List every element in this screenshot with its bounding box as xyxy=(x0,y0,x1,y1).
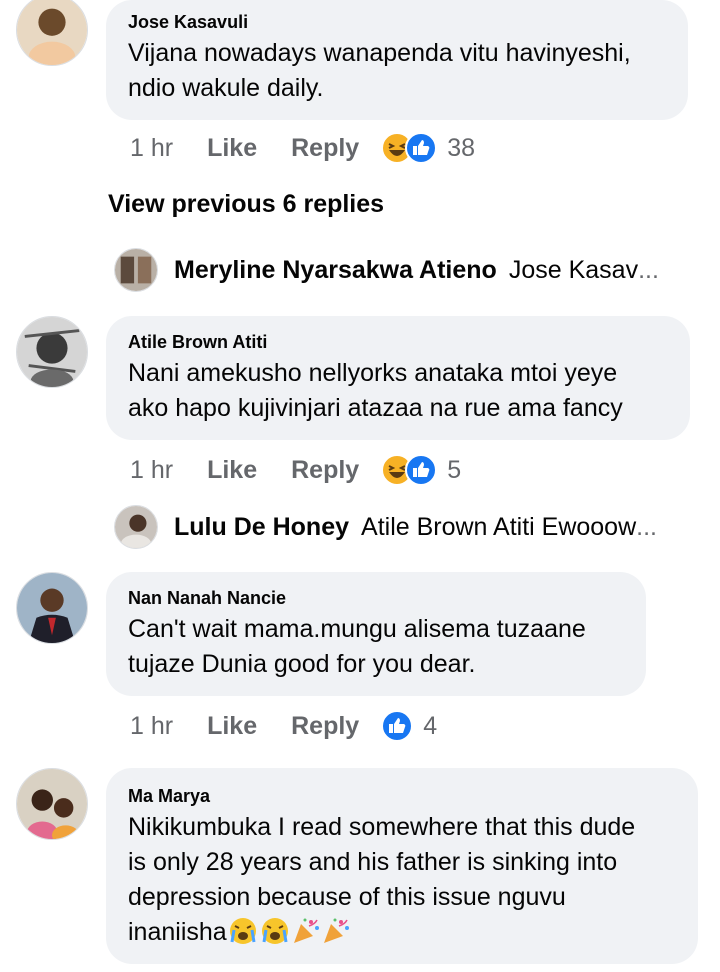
comment-author[interactable]: Ma Marya xyxy=(128,784,676,808)
reply-ellipsis: ... xyxy=(636,512,657,541)
party-popper-icon xyxy=(291,916,321,956)
like-button[interactable]: Like xyxy=(207,134,257,163)
comment-meta: 1 hr Like Reply 5 xyxy=(130,452,461,488)
reply-preview[interactable]: Lulu De Honey Atile Brown Atiti Ewooow..… xyxy=(114,505,657,549)
comment-line: tujaze Dunia good for you dear. xyxy=(128,650,476,678)
avatar-meryline[interactable] xyxy=(114,248,158,292)
comment-bubble: Atile Brown Atiti Nani amekusho nellyork… xyxy=(106,316,690,440)
reactions[interactable]: 4 xyxy=(381,710,437,742)
comment-author[interactable]: Nan Nanah Nancie xyxy=(128,586,624,610)
comment-meta: 1 hr Like Reply 38 xyxy=(130,130,475,166)
reply-button[interactable]: Reply xyxy=(291,134,359,163)
reply-text: Jose Kasav xyxy=(508,255,639,284)
like-icon xyxy=(405,454,438,486)
comment-bubble: Nan Nanah Nancie Can't wait mama.mungu a… xyxy=(106,572,646,696)
comment-time[interactable]: 1 hr xyxy=(130,134,173,163)
view-previous-replies[interactable]: View previous 6 replies xyxy=(108,190,384,219)
reply-text: Atile Brown Atiti Ewooow xyxy=(361,512,637,541)
avatar-lulu-de-honey[interactable] xyxy=(114,505,158,549)
reactions[interactable]: 38 xyxy=(381,132,475,164)
like-icon xyxy=(381,710,414,742)
crying-face-icon xyxy=(227,916,259,956)
comment-time[interactable]: 1 hr xyxy=(130,456,173,485)
avatar-ma-marya[interactable] xyxy=(16,768,88,840)
reaction-count: 5 xyxy=(447,455,462,484)
comment-line: ndio wakule daily. xyxy=(128,74,324,102)
reply-preview[interactable]: Meryline Nyarsakwa Atieno Jose Kasav... xyxy=(114,248,659,292)
reply-ellipsis: ... xyxy=(638,255,659,284)
comment-meta: 1 hr Like Reply 4 xyxy=(130,708,437,744)
like-button[interactable]: Like xyxy=(207,712,257,741)
reaction-count: 4 xyxy=(423,711,438,740)
comment-line: ako hapo kujivinjari atazaa na rue ama f… xyxy=(128,394,623,422)
comment-time[interactable]: 1 hr xyxy=(130,712,173,741)
comment-line: Vijana nowadays wanapenda vitu havinyesh… xyxy=(128,39,631,67)
reply-button[interactable]: Reply xyxy=(291,712,359,741)
comment-bubble: Ma Marya Nikikumbuka I read somewhere th… xyxy=(106,768,698,964)
comment-text: Can't wait mama.mungu alisema tuzaane tu… xyxy=(128,612,624,682)
comment-author[interactable]: Atile Brown Atiti xyxy=(128,330,668,354)
reaction-count: 38 xyxy=(447,133,476,162)
comment-line: inaniisha xyxy=(128,918,227,946)
comment-line: depression because of this issue nguvu xyxy=(128,883,566,911)
avatar-jose-kasavuli[interactable] xyxy=(16,0,88,66)
comment-text: Nikikumbuka I read somewhere that this d… xyxy=(128,810,676,956)
like-button[interactable]: Like xyxy=(207,456,257,485)
comment-bubble: Jose Kasavuli Vijana nowadays wanapenda … xyxy=(106,0,688,120)
reply-author[interactable]: Meryline Nyarsakwa Atieno xyxy=(174,256,497,285)
comment-text: Nani amekusho nellyorks anataka mtoi yey… xyxy=(128,356,668,426)
comment-line-last: inaniisha xyxy=(128,915,676,956)
party-popper-icon xyxy=(321,916,351,956)
like-icon xyxy=(405,132,438,164)
comment-author[interactable]: Jose Kasavuli xyxy=(128,10,666,34)
comment-line: Nani amekusho nellyorks anataka mtoi yey… xyxy=(128,359,618,387)
avatar-nan-nanah-nancie[interactable] xyxy=(16,572,88,644)
comment-line: Can't wait mama.mungu alisema tuzaane xyxy=(128,615,586,643)
comment-line: is only 28 years and his father is sinki… xyxy=(128,848,618,876)
comment-line: Nikikumbuka I read somewhere that this d… xyxy=(128,813,636,841)
reply-author[interactable]: Lulu De Honey xyxy=(174,513,349,542)
comment-text: Vijana nowadays wanapenda vitu havinyesh… xyxy=(128,36,666,106)
avatar-atile-brown-atiti[interactable] xyxy=(16,316,88,388)
reactions[interactable]: 5 xyxy=(381,454,461,486)
crying-face-icon xyxy=(259,916,291,956)
reply-button[interactable]: Reply xyxy=(291,456,359,485)
